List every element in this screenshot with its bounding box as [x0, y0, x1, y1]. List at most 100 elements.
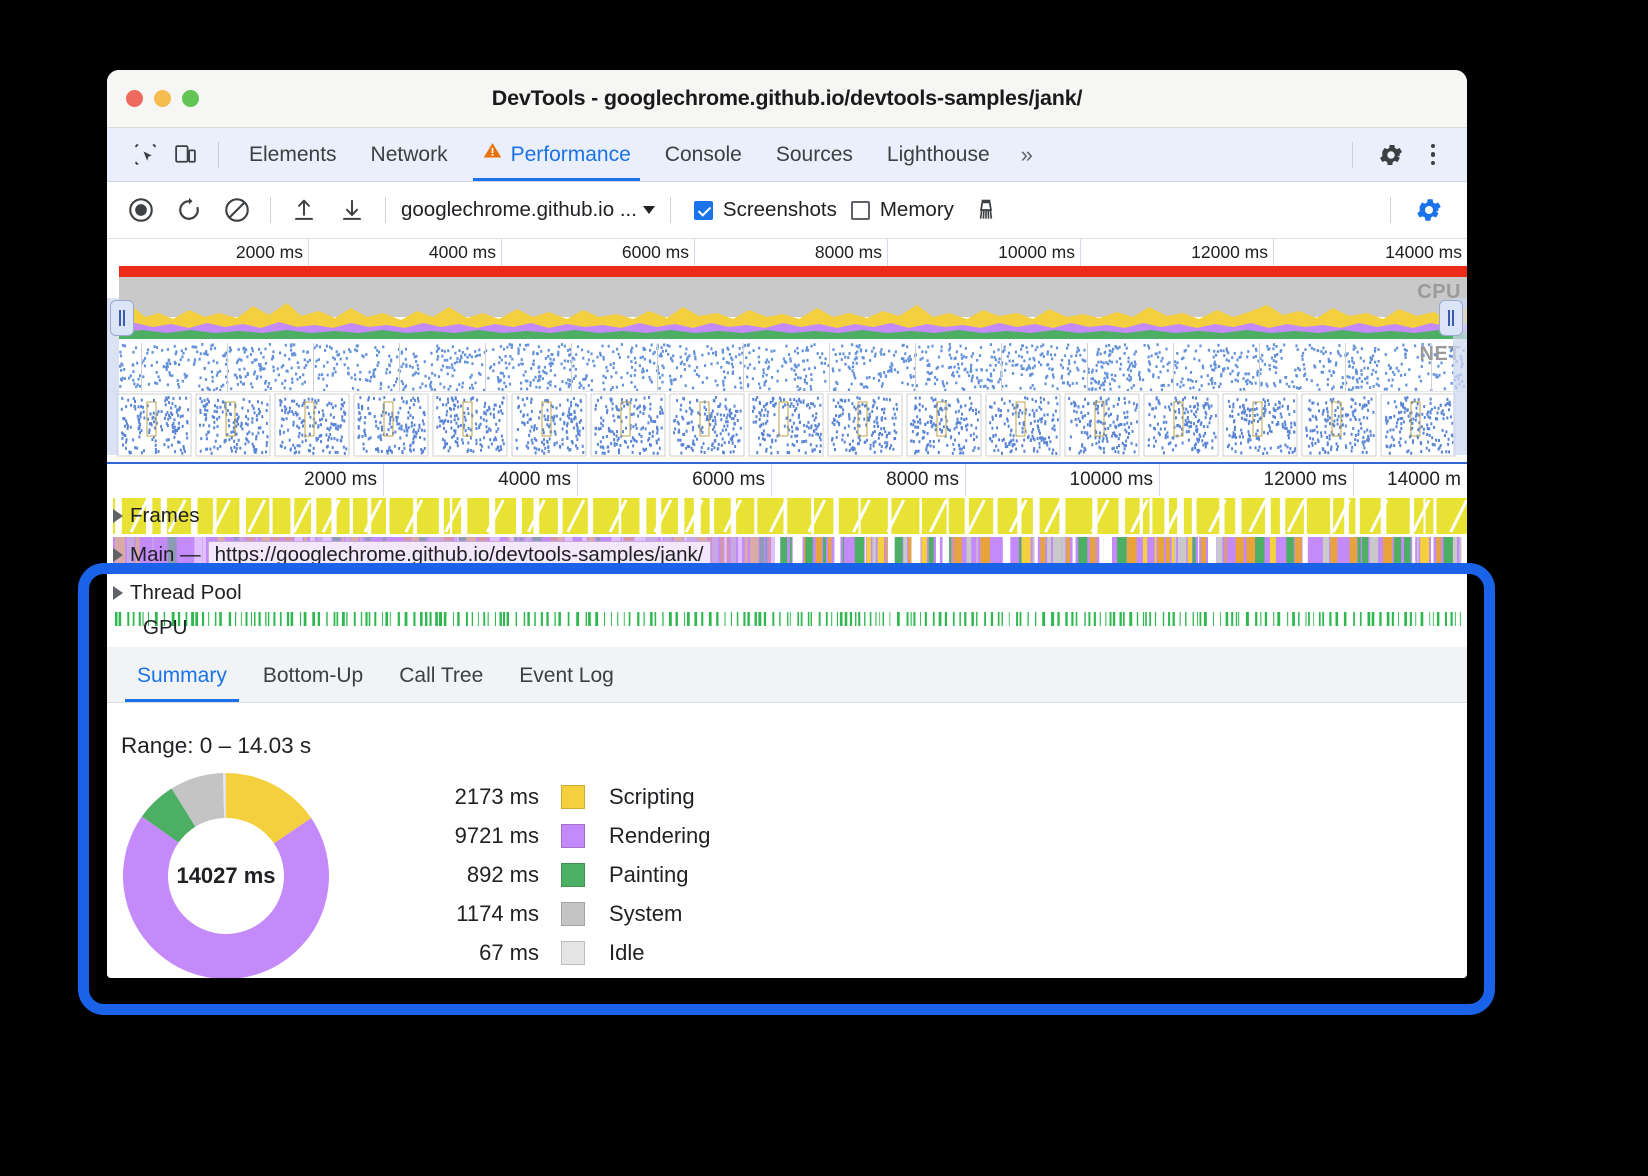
tab-console[interactable]: Console: [648, 128, 759, 181]
gear-icon[interactable]: [1369, 135, 1413, 175]
track-main-label[interactable]: Main — https://googlechrome.github.io/de…: [113, 541, 711, 569]
expand-triangle-icon[interactable]: [113, 548, 123, 562]
download-profile-icon[interactable]: [328, 190, 376, 230]
tab-bottom-up[interactable]: Bottom-Up: [245, 649, 381, 702]
overview-left-handle[interactable]: [110, 300, 134, 336]
track-gpu[interactable]: GPU: [107, 612, 1467, 644]
timeline-tracks-pane[interactable]: 2000 ms 4000 ms 6000 ms 8000 ms 10000 ms…: [107, 462, 1467, 644]
legend-row[interactable]: 1174 ms System: [421, 894, 711, 933]
activity-donut-chart[interactable]: 14027 ms: [123, 773, 329, 978]
legend-swatch-scripting: [561, 785, 585, 809]
long-task-red-bar: [119, 266, 1467, 277]
tabbar-right-divider: [1352, 142, 1353, 168]
track-thread-pool[interactable]: Thread Pool: [107, 574, 1467, 612]
toolbar-divider-2: [385, 197, 386, 223]
filmstrip-svg: [107, 392, 1467, 462]
performance-toolbar: googlechrome.github.io ... Screenshots M…: [107, 182, 1467, 239]
track-frames-label[interactable]: Frames: [113, 504, 199, 528]
legend-label: Painting: [609, 862, 689, 888]
devtools-window: DevTools - googlechrome.github.io/devtoo…: [107, 70, 1467, 978]
warning-triangle-icon: [482, 128, 503, 181]
expand-triangle-icon[interactable]: [113, 586, 123, 600]
drawer-tabbar: Summary Bottom-Up Call Tree Event Log: [107, 647, 1467, 703]
record-icon[interactable]: [117, 190, 165, 230]
gpu-track-svg: [107, 612, 1467, 644]
expand-triangle-icon[interactable]: [113, 509, 123, 523]
timeline-tick: 2000 ms: [107, 464, 384, 496]
tab-performance-label: Performance: [511, 128, 631, 181]
track-main-url: https://googlechrome.github.io/devtools-…: [208, 541, 711, 569]
overview-right-handle[interactable]: [1439, 300, 1463, 336]
frames-track-svg: [107, 496, 1467, 536]
legend-row[interactable]: 892 ms Painting: [421, 855, 711, 894]
screenshots-label: Screenshots: [723, 198, 837, 222]
track-main[interactable]: Main — https://googlechrome.github.io/de…: [107, 536, 1467, 574]
tab-summary[interactable]: Summary: [119, 649, 245, 702]
device-toolbar-icon[interactable]: [165, 139, 205, 171]
legend-value: 1174 ms: [421, 901, 539, 927]
screenshots-checkbox-box[interactable]: [694, 201, 713, 220]
network-overview: [119, 343, 1467, 391]
tab-sources[interactable]: Sources: [759, 128, 870, 181]
tab-call-tree[interactable]: Call Tree: [381, 649, 501, 702]
overview-tick: 14000 ms: [1274, 239, 1467, 266]
legend-label: Rendering: [609, 823, 711, 849]
chevron-down-icon: [643, 206, 655, 214]
memory-checkbox[interactable]: Memory: [851, 198, 954, 222]
track-frames[interactable]: Frames: [107, 496, 1467, 536]
toolbar-divider-3: [670, 197, 671, 223]
legend-swatch-painting: [561, 863, 585, 887]
timeline-tick: 14000 m: [1354, 464, 1467, 496]
tab-event-log[interactable]: Event Log: [501, 649, 632, 702]
timeline-tick: 4000 ms: [384, 464, 578, 496]
track-gpu-label[interactable]: GPU: [143, 616, 187, 640]
memory-checkbox-box[interactable]: [851, 201, 870, 220]
toolbar-divider-4: [1390, 197, 1391, 223]
three-dots-icon[interactable]: [1413, 135, 1453, 175]
devtools-tabbar: Elements Network Performance Console Sou…: [107, 128, 1467, 182]
overview-ruler: 2000 ms 4000 ms 6000 ms 8000 ms 10000 ms…: [107, 239, 1467, 266]
target-select[interactable]: googlechrome.github.io ...: [395, 198, 661, 222]
network-overview-svg: [119, 343, 1467, 391]
overview-tick: 8000 ms: [695, 239, 888, 266]
filmstrip-row[interactable]: [107, 391, 1467, 462]
screenshots-checkbox[interactable]: Screenshots: [694, 198, 837, 222]
legend-row-total: 14027 ms Total: [421, 972, 711, 978]
perf-toolbar-right: [1381, 190, 1467, 230]
cpu-chart: [119, 277, 1467, 339]
clear-icon[interactable]: [213, 190, 261, 230]
range-label: Range: 0 – 14.03 s: [107, 703, 1467, 759]
legend-swatch-idle: [561, 941, 585, 965]
legend-row[interactable]: 67 ms Idle: [421, 933, 711, 972]
upload-profile-icon[interactable]: [280, 190, 328, 230]
overview-tick: 2000 ms: [107, 239, 309, 266]
legend-label: Scripting: [609, 784, 695, 810]
window-titlebar: DevTools - googlechrome.github.io/devtoo…: [107, 70, 1467, 128]
tab-network[interactable]: Network: [354, 128, 465, 181]
more-tabs-icon[interactable]: »: [1007, 142, 1047, 168]
timeline-ruler: 2000 ms 4000 ms 6000 ms 8000 ms 10000 ms…: [107, 464, 1467, 496]
reload-record-icon[interactable]: [165, 190, 213, 230]
tab-lighthouse[interactable]: Lighthouse: [870, 128, 1007, 181]
overview-tick: 10000 ms: [888, 239, 1081, 266]
donut-center-total: 14027 ms: [123, 773, 329, 978]
tab-performance[interactable]: Performance: [465, 128, 648, 181]
cpu-chart-svg: [119, 277, 1467, 339]
screenshot-root: DevTools - googlechrome.github.io/devtoo…: [0, 0, 1648, 1176]
overview-tick: 4000 ms: [309, 239, 502, 266]
timeline-tick: 10000 ms: [966, 464, 1160, 496]
overview-pane[interactable]: 2000 ms 4000 ms 6000 ms 8000 ms 10000 ms…: [107, 239, 1467, 391]
legend-row[interactable]: 2173 ms Scripting: [421, 777, 711, 816]
window-title: DevTools - googlechrome.github.io/devtoo…: [107, 86, 1467, 111]
track-frames-name: Frames: [130, 504, 199, 528]
capture-settings-gear-icon[interactable]: [1405, 190, 1453, 230]
legend-value: 892 ms: [421, 862, 539, 888]
track-thread-pool-label[interactable]: Thread Pool: [113, 581, 242, 605]
tabbar-right-group: [1342, 135, 1467, 175]
inspect-element-icon[interactable]: [125, 139, 165, 171]
legend-label: System: [609, 901, 682, 927]
collect-garbage-icon[interactable]: [962, 190, 1010, 230]
tab-elements[interactable]: Elements: [232, 128, 354, 181]
track-thread-pool-name: Thread Pool: [130, 581, 242, 605]
legend-row[interactable]: 9721 ms Rendering: [421, 816, 711, 855]
